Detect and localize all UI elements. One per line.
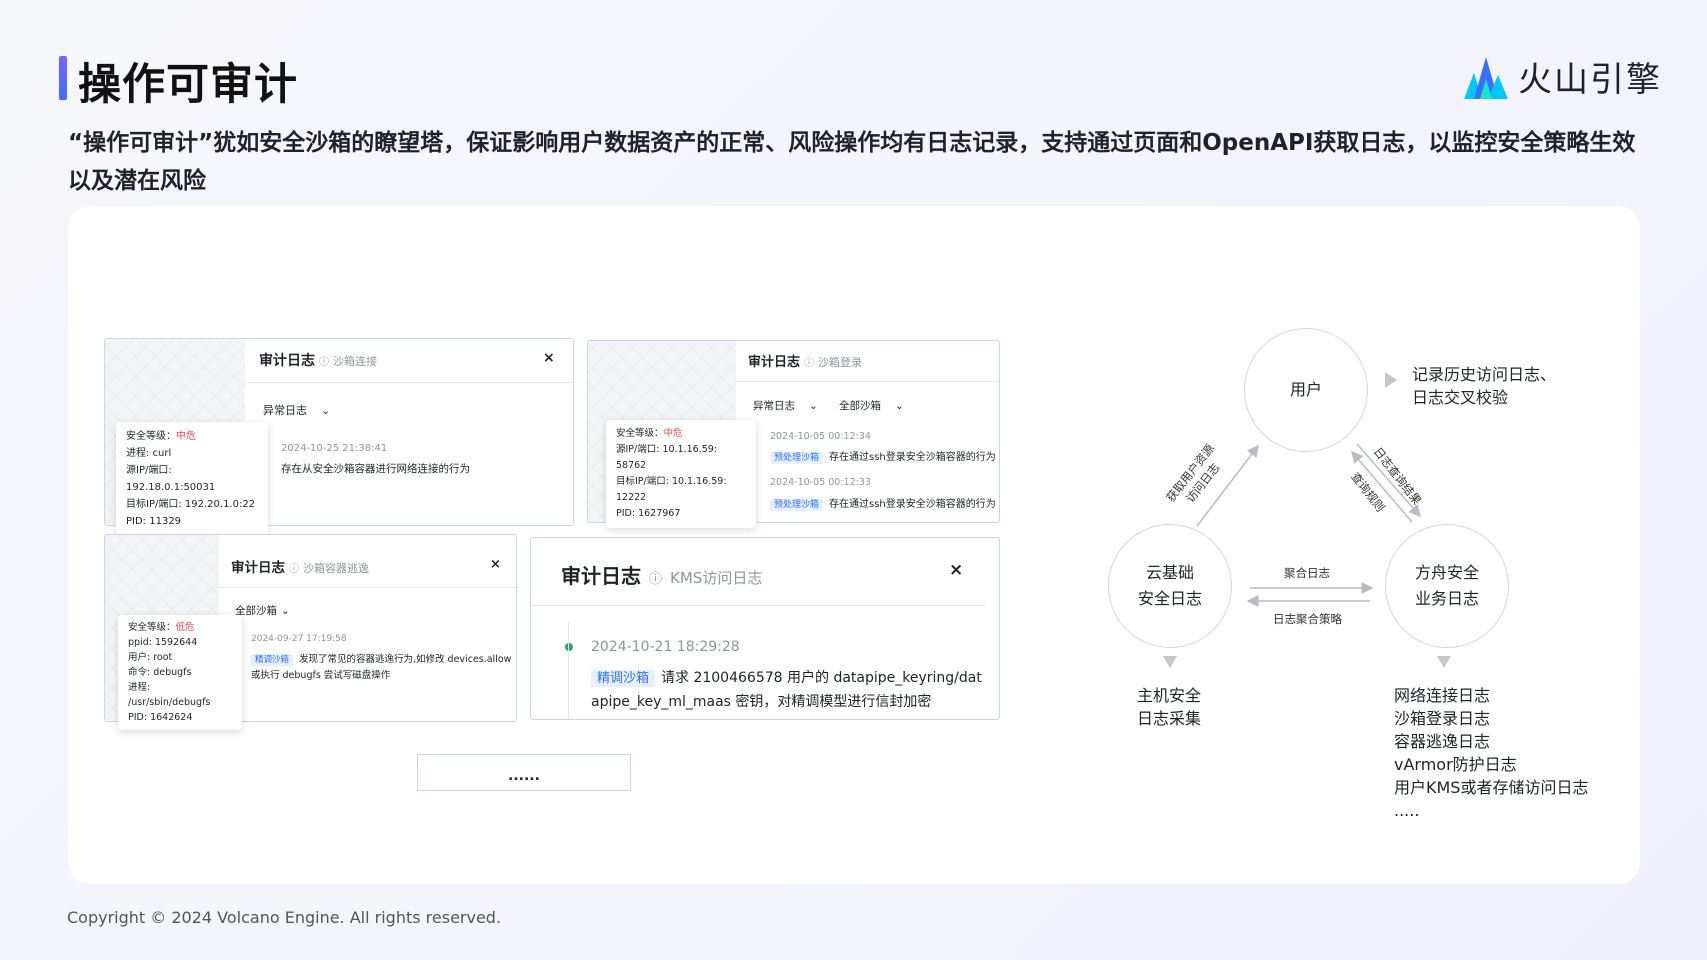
node-cloud-security-log: 云基础 安全日志 — [1108, 524, 1232, 648]
edge-label-cloud-to-ark: 聚合日志 — [1284, 566, 1330, 580]
cloud-note: 主机安全 日志采集 — [1137, 686, 1202, 728]
edge-label-ark-to-cloud: 日志聚合策略 — [1273, 612, 1342, 626]
pointer-icon-ark-note — [1437, 656, 1451, 668]
node-user: 用户 — [1244, 328, 1368, 452]
ark-note: 网络连接日志 沙箱登录日志 容器逃逸日志 vArmor防护日志 用户KMS或者存… — [1394, 686, 1589, 820]
pointer-icon-user-note — [1385, 372, 1397, 388]
user-note: 记录历史访问日志、 日志交叉校验 — [1412, 365, 1557, 407]
copyright-footer: Copyright © 2024 Volcano Engine. All rig… — [67, 908, 502, 927]
pointer-icon-cloud-note — [1163, 656, 1177, 668]
node-ark-business-log: 方舟安全 业务日志 — [1385, 524, 1509, 648]
